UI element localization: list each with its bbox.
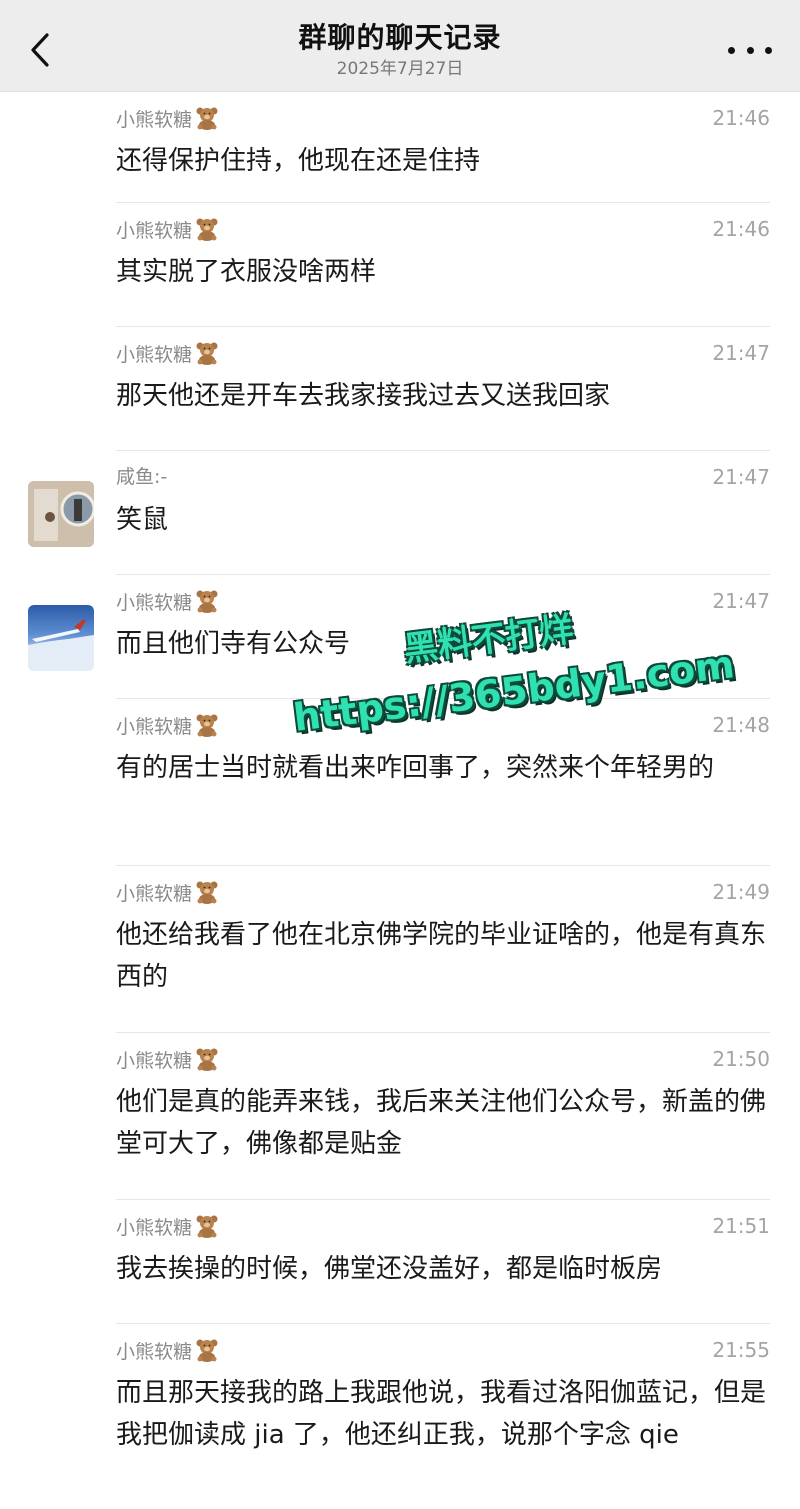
message-text: 其实脱了衣服没啥两样	[116, 257, 377, 287]
message-text: 还得保护住持，他现在还是住持	[116, 146, 481, 176]
sender-name: 小熊软糖	[116, 217, 220, 243]
sender-label: 小熊软糖	[116, 883, 193, 905]
teddy-bear-icon	[196, 107, 218, 130]
message-item[interactable]: 小熊软糖 21:51 我去挨操的时候，佛堂还没盖好，都是临时板房	[116, 1200, 770, 1324]
message-time: 21:47	[712, 341, 770, 365]
teddy-bear-icon	[196, 1215, 218, 1238]
sender-name: 小熊软糖	[116, 589, 220, 615]
sender-name: 小熊软糖	[116, 341, 220, 367]
teddy-bear-icon	[196, 218, 218, 241]
avatar[interactable]	[28, 481, 94, 547]
teddy-bear-icon	[196, 714, 218, 737]
message-item[interactable]: 小熊软糖 21:55 而且那天接我的路上我跟他说，我看过洛阳伽蓝记，但是我把伽读成 …	[116, 1324, 770, 1509]
sender-name: 小熊软糖	[116, 1338, 220, 1364]
message-item[interactable]: 咸鱼:- 21:47 笑鼠	[116, 451, 770, 575]
message-item[interactable]: 小熊软糖 21:48 有的居士当时就看出来咋回事了，突然来个年轻男的	[116, 699, 770, 866]
more-dots-icon	[728, 46, 735, 54]
message-item[interactable]: 小熊软糖 21:47 而且他们寺有公众号	[116, 575, 770, 699]
page-title: 群聊的聊天记录	[298, 21, 502, 54]
sender-name: 小熊软糖	[116, 1214, 220, 1240]
sender-label: 小熊软糖	[116, 716, 193, 738]
sender-label: 小熊软糖	[116, 1341, 193, 1363]
avatar-photo	[28, 619, 94, 671]
message-item[interactable]: 小熊软糖 21:47 那天他还是开车去我家接我过去又送我回家	[116, 327, 770, 451]
message-text: 我去挨操的时候，佛堂还没盖好，都是临时板房	[116, 1254, 663, 1284]
sender-name: 小熊软糖	[116, 880, 220, 906]
message-time: 21:49	[712, 880, 770, 904]
sender-label: 小熊软糖	[116, 220, 193, 242]
teddy-bear-icon	[196, 1339, 218, 1362]
message-item[interactable]: 小熊软糖 21:46 其实脱了衣服没啥两样	[116, 203, 770, 327]
sender-name: 小熊软糖	[116, 713, 220, 739]
message-item[interactable]: 小熊软糖 21:46 还得保护住持，他现在还是住持	[116, 92, 770, 203]
sender-label: 小熊软糖	[116, 1050, 193, 1072]
sender-label: 小熊软糖	[116, 344, 193, 366]
top-bar: 群聊的聊天记录 2025年7月27日	[0, 0, 800, 92]
message-text: 而且他们寺有公众号	[116, 629, 351, 659]
message-list: 小熊软糖 21:46 还得保护住持，他现在还是住持 小熊软糖 21:46 其实脱了衣服没啥…	[0, 92, 800, 1509]
sender-label: 小熊软糖	[116, 109, 193, 131]
message-time: 21:46	[712, 106, 770, 130]
sender-name: 小熊软糖	[116, 1047, 220, 1073]
avatar-photo	[28, 481, 94, 547]
message-text: 笑鼠	[116, 505, 169, 535]
teddy-bear-icon	[196, 881, 218, 904]
message-time: 21:47	[712, 589, 770, 613]
sender-label: 咸鱼:-	[116, 466, 168, 488]
message-time: 21:51	[712, 1214, 770, 1238]
sender-name: 咸鱼:-	[116, 465, 167, 489]
sender-name: 小熊软糖	[116, 106, 220, 132]
teddy-bear-icon	[196, 1048, 218, 1071]
sender-label: 小熊软糖	[116, 592, 193, 614]
page-subtitle-date: 2025年7月27日	[336, 59, 464, 79]
avatar[interactable]	[28, 605, 94, 671]
more-button[interactable]	[728, 36, 772, 64]
message-time: 21:46	[712, 217, 770, 241]
teddy-bear-icon	[196, 590, 218, 613]
message-text: 有的居士当时就看出来咋回事了，突然来个年轻男的	[116, 753, 715, 783]
message-text: 他还给我看了他在北京佛学院的毕业证啥的，他是有真东西的	[116, 920, 767, 992]
message-time: 21:48	[712, 713, 770, 737]
message-time: 21:50	[712, 1047, 770, 1071]
message-time: 21:55	[712, 1338, 770, 1362]
message-text: 而且那天接我的路上我跟他说，我看过洛阳伽蓝记，但是我把伽读成 jia 了，他还纠…	[116, 1378, 767, 1450]
message-item[interactable]: 小熊软糖 21:50 他们是真的能弄来钱，我后来关注他们公众号，新盖的佛堂可大了，佛…	[116, 1033, 770, 1200]
message-time: 21:47	[712, 465, 770, 489]
message-text: 那天他还是开车去我家接我过去又送我回家	[116, 381, 611, 411]
message-item[interactable]: 小熊软糖 21:49 他还给我看了他在北京佛学院的毕业证啥的，他是有真东西的	[116, 866, 770, 1033]
message-text: 他们是真的能弄来钱，我后来关注他们公众号，新盖的佛堂可大了，佛像都是贴金	[116, 1087, 767, 1159]
teddy-bear-icon	[196, 342, 218, 365]
sender-label: 小熊软糖	[116, 1217, 193, 1239]
